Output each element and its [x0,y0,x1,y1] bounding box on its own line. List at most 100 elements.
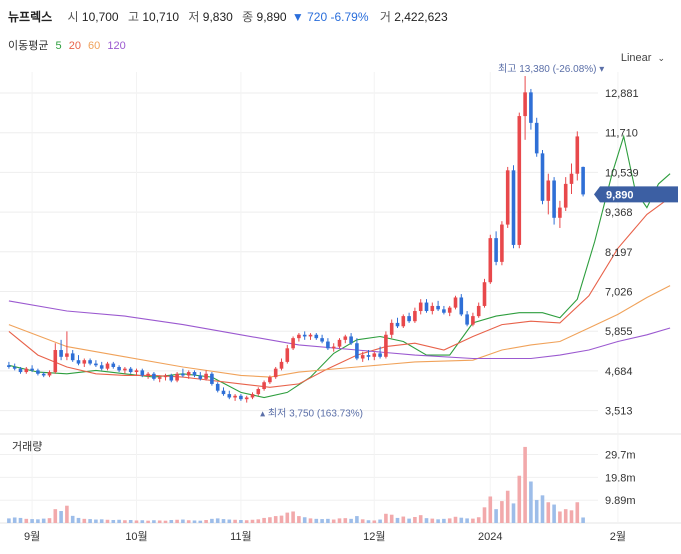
price-tick-label: 4,684 [605,366,633,378]
current-price-label: 9,890 [606,189,634,201]
volume-tick-label: 29.7m [605,450,636,462]
volume-bar [563,509,568,523]
candle-body [239,395,243,400]
candle-body [18,368,23,373]
candle-body [157,377,162,379]
candle-body [418,302,423,312]
candle-body [59,350,63,357]
candle-body [36,370,40,374]
candle-body [163,375,168,378]
candle-body [291,338,295,349]
volume-bar [70,515,75,523]
price-tick-label: 9,368 [605,207,633,219]
candle-body [99,365,104,369]
volume-bar [285,512,290,523]
candle-body [82,360,87,364]
volume-bar [395,517,400,523]
candle-body [285,348,290,362]
volume-bar [279,515,284,523]
volume-bar [442,518,446,523]
candle-body [204,373,208,379]
time-tick-label: 11월 [230,530,252,543]
candle-body [326,341,330,349]
volume-bar [291,511,295,523]
volume-bar [366,520,371,523]
price-chart[interactable]: 12,881 11,710 10,539 9,368 8,197 7,026 5,855 4,… [0,0,681,554]
candle-body [256,389,261,395]
candle-body [140,370,145,376]
volume-bar [349,518,353,523]
price-tick-label: 7,026 [605,286,633,298]
candle-body [366,355,371,357]
candle-body [581,166,585,195]
volume-bar [99,519,104,523]
volume-bar [389,514,394,523]
candle-body [471,316,475,325]
candle-body [569,173,574,184]
volume-axis: 29.7m 19.8m 9.89m [605,450,636,508]
candle-body [24,368,29,373]
time-tick-label: 12월 [363,530,385,543]
volume-bar [482,507,487,523]
volume-bar [378,519,382,523]
high-price-note: 최고 13,380 (-26.08%) ▾ [498,63,604,75]
candle-body [186,372,191,376]
volume-bar [198,520,203,523]
candle-body [546,180,551,201]
volume-bar [471,518,475,523]
candle-body [181,373,185,376]
volume-bar [204,520,208,523]
volume-bar [181,519,185,523]
volume-bar [575,502,580,523]
candle-body [215,383,220,391]
volume-bar [500,501,504,523]
volume-bar [523,446,527,523]
candle-body [47,372,52,376]
volume-bars [7,446,585,523]
volume-bar [552,504,556,523]
candle-body [511,170,516,245]
candle-body [146,373,150,376]
candle-body [494,238,498,262]
candle-body [529,92,533,123]
volume-bar [65,505,69,523]
candlesticks [7,76,585,403]
volume-bar [320,519,324,523]
time-tick-label: 2월 [610,530,626,543]
candle-body [94,363,98,366]
volume-bar [308,518,313,523]
candle-body [128,368,133,373]
candle-body [320,338,324,342]
candle-body [12,366,17,369]
volume-bar [233,519,237,523]
candle-body [523,92,527,117]
volume-bar [494,509,498,523]
volume-bar [76,517,81,523]
candle-body [105,363,110,369]
volume-bar [227,519,232,523]
volume-bar [401,516,406,523]
volume-bar [465,518,469,523]
price-tick-label: 3,513 [605,406,633,418]
volume-bar [186,520,191,523]
volume-bar [88,519,92,523]
volume-tick-label: 9.89m [605,495,636,507]
candle-body [244,397,249,400]
time-axis: 9월 10월 11월 12월 2024 2월 [24,530,626,543]
volume-bar [453,516,458,523]
volume-bar [418,515,423,523]
candle-body [465,314,469,325]
volume-bar [546,502,551,523]
candle-body [76,360,81,364]
candle-body [175,373,179,381]
volume-bar [488,496,493,523]
volume-bar [215,518,220,523]
time-tick-label: 9월 [24,530,40,543]
candle-body [442,309,446,313]
volume-bar [105,519,110,523]
volume-bar [517,475,522,523]
candle-body [384,334,388,357]
candle-body [297,334,301,339]
volume-bar [505,490,510,523]
volume-bar [169,520,174,523]
